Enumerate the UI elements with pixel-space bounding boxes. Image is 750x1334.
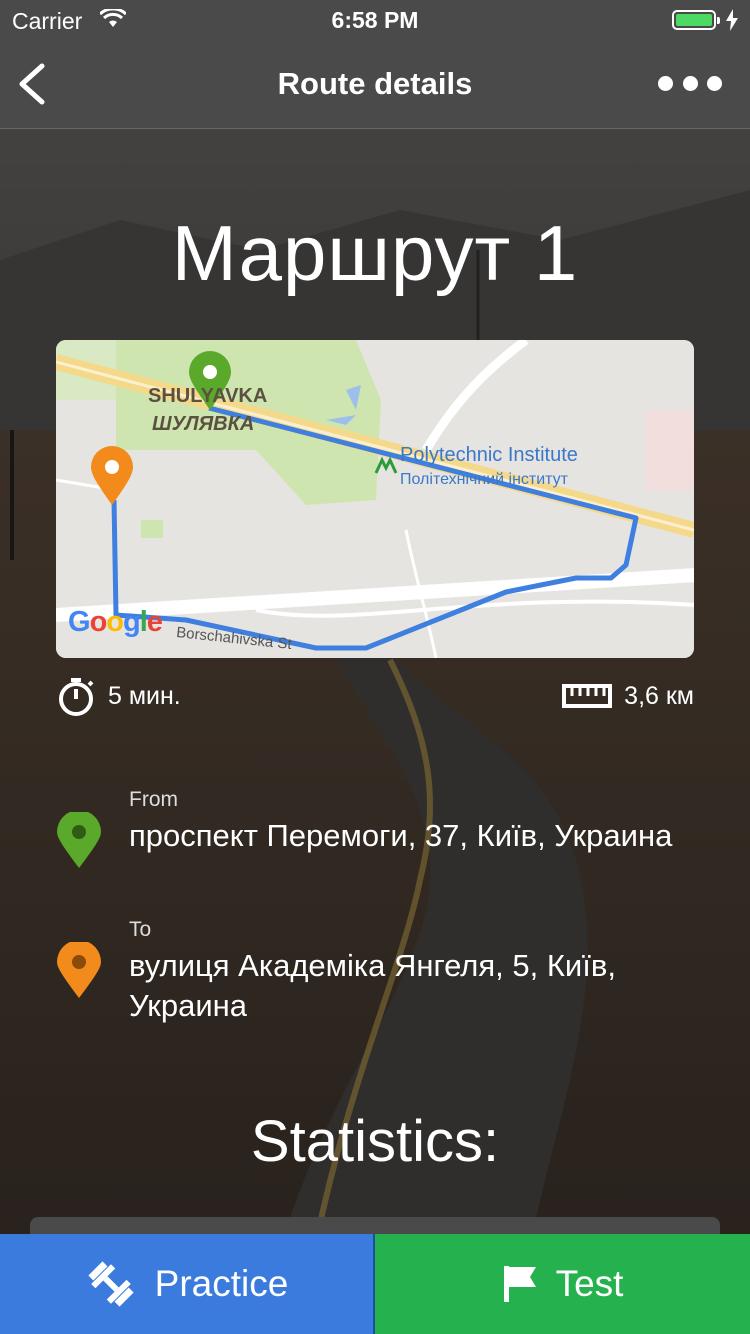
route-distance: 3,6 км: [562, 676, 694, 716]
map-station-label-ua: Політехнічний інститут: [400, 471, 569, 488]
map-district-label-ua: ШУЛЯВКА: [152, 413, 255, 435]
practice-button[interactable]: Practice: [0, 1234, 375, 1334]
from-label: From: [129, 788, 178, 811]
from-pin-icon: [57, 812, 101, 868]
duration-value: 5 мин.: [108, 681, 181, 710]
google-logo: Google: [68, 606, 163, 638]
map-station-label: Polytechnic Institute: [400, 444, 578, 466]
map-district-label: SHULYAVKA: [148, 385, 268, 407]
stopwatch-icon: [59, 678, 94, 716]
flag-icon: [503, 1266, 536, 1302]
ruler-icon: [562, 684, 613, 708]
test-button[interactable]: Test: [375, 1234, 750, 1334]
status-time: 6:58 PM: [331, 7, 419, 33]
from-address: проспект Перемоги, 37, Київ, Украина: [129, 818, 673, 853]
statistics-title: Statistics:: [250, 1109, 500, 1174]
bottom-action-bar: Practice Test: [0, 1234, 750, 1334]
route-name: Маршрут 1: [171, 209, 579, 297]
to-label: To: [129, 918, 152, 941]
charging-icon: [726, 9, 738, 31]
more-dots-icon[interactable]: [658, 70, 722, 96]
to-pin-icon: [57, 942, 101, 998]
distance-value: 3,6 км: [624, 681, 694, 710]
route-duration: 5 мин.: [56, 676, 181, 716]
dumbbell-icon: [88, 1261, 134, 1307]
test-label: Test: [555, 1263, 624, 1304]
to-address: вулиця Академіка Янгеля, 5, Київ, Украин…: [129, 948, 616, 1023]
route-map[interactable]: SHULYAVKA ШУЛЯВКА Polytechnic Institute …: [56, 340, 694, 658]
navigation-bar: Route details: [0, 40, 750, 129]
page-title: Route details: [277, 66, 473, 101]
status-bar: Carrier 6:58 PM: [0, 0, 750, 40]
battery-icon: [672, 10, 720, 30]
practice-label: Practice: [154, 1263, 289, 1304]
